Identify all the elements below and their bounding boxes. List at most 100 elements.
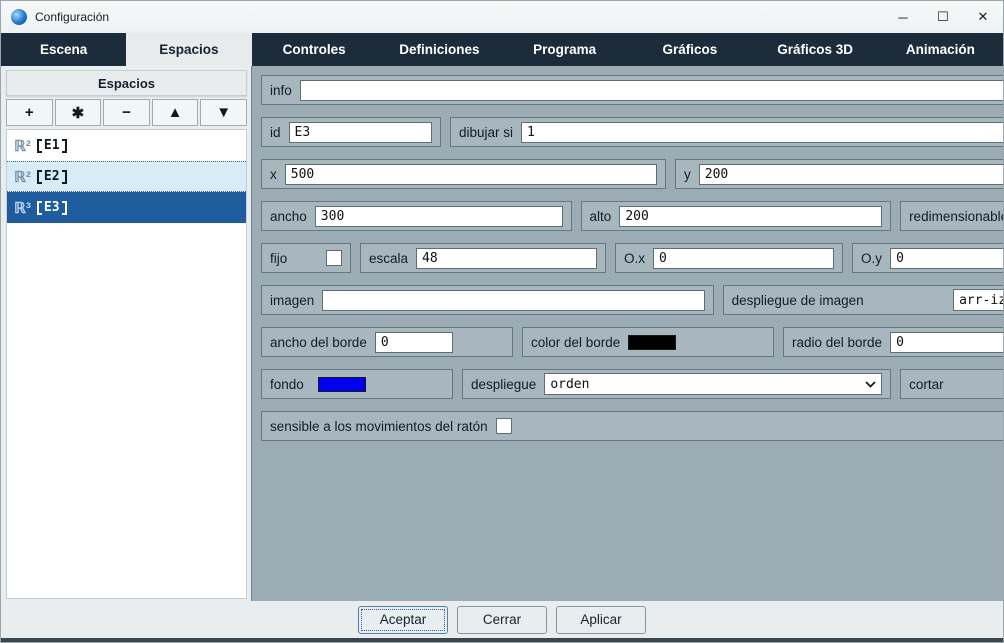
x-field: x: [261, 159, 666, 189]
dibujar-si-input[interactable]: [521, 122, 1004, 143]
background-color-swatch[interactable]: [318, 377, 366, 392]
tab-programa[interactable]: Programa: [502, 33, 627, 66]
sidebar-toolbar: + ✱ − ▲ ▼: [6, 99, 247, 126]
imagen-input[interactable]: [322, 290, 704, 311]
imagen-label: imagen: [270, 293, 314, 308]
tab-escena[interactable]: Escena: [1, 33, 126, 66]
bracket-right-icon: [62, 170, 67, 184]
plus-icon: +: [25, 104, 34, 121]
despliegue-select[interactable]: orden: [544, 373, 882, 395]
oy-input[interactable]: [890, 248, 1004, 269]
y-field: y: [675, 159, 1004, 189]
x-label: x: [270, 167, 277, 182]
despliegue-label: despliegue: [471, 377, 536, 392]
bracket-left-icon: [37, 170, 42, 184]
aceptar-button[interactable]: Aceptar: [358, 606, 448, 634]
dibujar-si-field: dibujar si: [450, 117, 1004, 147]
id-input[interactable]: [289, 122, 432, 143]
color-borde-label: color del borde: [531, 335, 620, 350]
sensible-checkbox[interactable]: [496, 418, 512, 434]
bracket-left-icon: [37, 139, 42, 153]
oy-field: O.y: [852, 243, 1004, 273]
sensible-field: sensible a los movimientos del ratón: [261, 411, 1004, 441]
tab-graficos-3d[interactable]: Gráficos 3D: [753, 33, 878, 66]
despliegue-imagen-field: despliegue de imagen arr-izq: [723, 285, 1004, 315]
escala-field: escala: [360, 243, 606, 273]
bracket-right-icon: [62, 201, 67, 215]
radio-borde-input[interactable]: [890, 332, 1004, 353]
triangle-up-icon: ▲: [168, 104, 183, 121]
minimize-button[interactable]: ─: [883, 1, 923, 33]
id-field: id: [261, 117, 441, 147]
ancho-borde-label: ancho del borde: [270, 335, 367, 350]
space-set-symbol: ℝ²: [14, 137, 31, 155]
space-name: E1: [44, 138, 60, 153]
close-button[interactable]: ✕: [963, 1, 1003, 33]
space-item-e3[interactable]: ℝ³ E3: [7, 192, 246, 223]
footer: Aceptar Cerrar Aplicar: [1, 601, 1003, 638]
bracket-right-icon: [62, 139, 67, 153]
alto-input[interactable]: [619, 206, 882, 227]
window-controls: ─ ☐ ✕: [883, 1, 1003, 33]
ox-label: O.x: [624, 251, 645, 266]
fijo-checkbox[interactable]: [326, 250, 342, 266]
despliegue-value: orden: [550, 377, 859, 392]
move-down-button[interactable]: ▼: [200, 99, 247, 126]
window-bottom-edge: [1, 638, 1003, 643]
aplicar-button[interactable]: Aplicar: [556, 606, 646, 634]
y-input[interactable]: [699, 164, 1004, 185]
tab-definiciones[interactable]: Definiciones: [377, 33, 502, 66]
app-icon: [11, 9, 27, 25]
alto-label: alto: [590, 209, 612, 224]
space-item-e1[interactable]: ℝ² E1: [7, 130, 246, 161]
escala-input[interactable]: [416, 248, 597, 269]
ox-input[interactable]: [653, 248, 834, 269]
alto-field: alto: [581, 201, 892, 231]
window-title: Configuración: [35, 10, 109, 24]
bracket-left-icon: [37, 201, 42, 215]
space-properties-panel: info id dibujar si x: [251, 66, 1004, 601]
ancho-field: ancho: [261, 201, 572, 231]
ox-field: O.x: [615, 243, 843, 273]
border-color-swatch[interactable]: [628, 335, 676, 350]
tab-animacion[interactable]: Animación: [878, 33, 1003, 66]
color-borde-field: color del borde: [522, 327, 774, 357]
sidebar-header: Espacios: [6, 70, 247, 96]
ancho-borde-input[interactable]: [375, 332, 453, 353]
ancho-input[interactable]: [315, 206, 563, 227]
add-space-button[interactable]: +: [6, 99, 53, 126]
asterisk-icon: ✱: [72, 104, 85, 122]
fijo-field: fijo: [261, 243, 351, 273]
redimensionable-label: redimensionable: [909, 209, 1004, 224]
tab-graficos[interactable]: Gráficos: [627, 33, 752, 66]
radio-borde-field: radio del borde: [783, 327, 1004, 357]
info-label: info: [270, 83, 292, 98]
info-input[interactable]: [300, 80, 1004, 101]
redimensionable-field: redimensionable: [900, 201, 1004, 231]
maximize-button[interactable]: ☐: [923, 1, 963, 33]
despliegue-imagen-label: despliegue de imagen: [732, 293, 864, 308]
space-name: E2: [44, 169, 60, 184]
sensible-label: sensible a los movimientos del ratón: [270, 419, 488, 434]
chevron-down-icon: [865, 381, 876, 388]
move-up-button[interactable]: ▲: [152, 99, 199, 126]
insert-space-button[interactable]: ✱: [55, 99, 102, 126]
tab-espacios[interactable]: Espacios: [126, 33, 251, 66]
space-set-symbol: ℝ²: [14, 168, 31, 186]
despliegue-imagen-select[interactable]: arr-izq: [953, 289, 1004, 311]
cerrar-button[interactable]: Cerrar: [457, 606, 547, 634]
cortar-label: cortar: [909, 377, 944, 392]
space-set-symbol: ℝ³: [14, 199, 31, 217]
oy-label: O.y: [861, 251, 882, 266]
cortar-field: cortar: [900, 369, 1004, 399]
radio-borde-label: radio del borde: [792, 335, 882, 350]
remove-space-button[interactable]: −: [103, 99, 150, 126]
configuration-window: Configuración ─ ☐ ✕ Escena Espacios Cont…: [0, 0, 1004, 643]
tab-controles[interactable]: Controles: [252, 33, 377, 66]
fondo-field: fondo: [261, 369, 453, 399]
tab-bar: Escena Espacios Controles Definiciones P…: [1, 33, 1003, 66]
x-input[interactable]: [285, 164, 657, 185]
space-list: ℝ² E1 ℝ² E2 ℝ³ E3: [6, 129, 247, 599]
space-item-e2[interactable]: ℝ² E2: [7, 161, 246, 192]
id-label: id: [270, 125, 281, 140]
